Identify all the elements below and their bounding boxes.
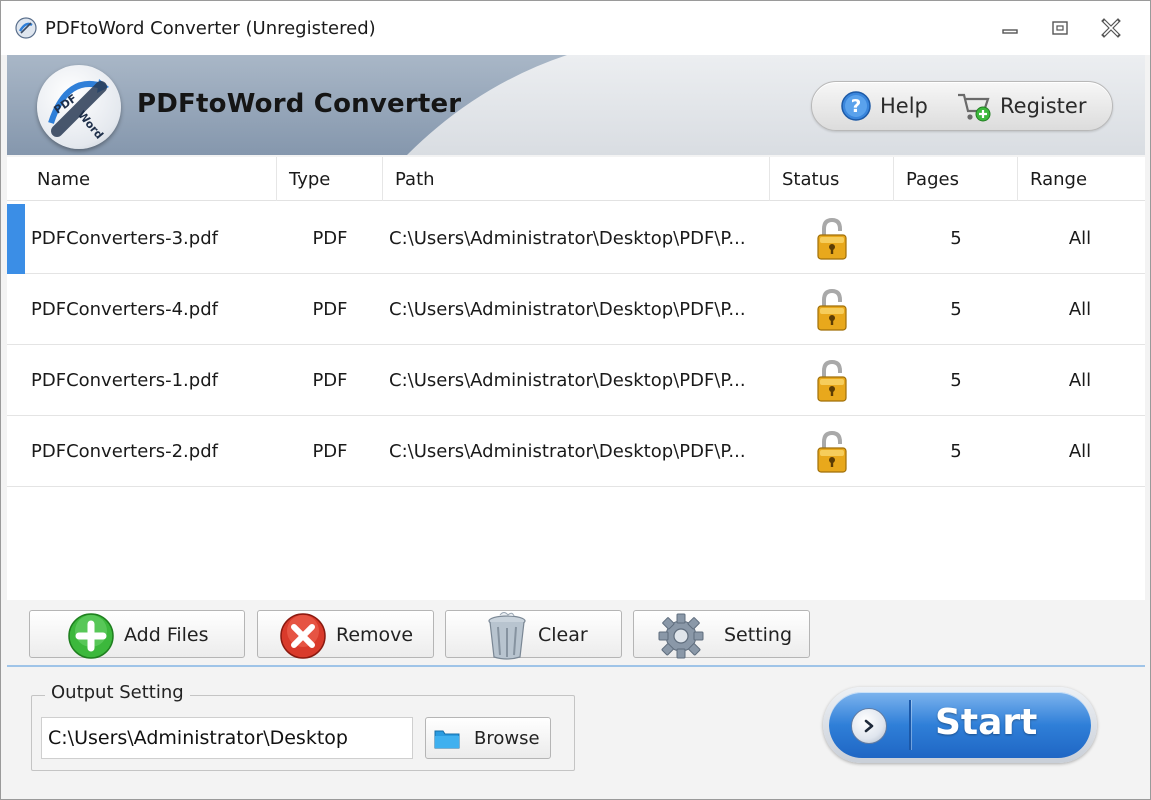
browse-label: Browse xyxy=(474,727,540,749)
table-row[interactable]: PDFConverters-4.pdf PDF C:\Users\Adminis… xyxy=(7,274,1145,345)
help-label: Help xyxy=(880,94,928,118)
browse-button[interactable]: Browse xyxy=(425,717,551,759)
app-window: PDFtoWord Converter (Unregistered) PDF W… xyxy=(0,0,1151,800)
cell-status[interactable] xyxy=(770,345,894,416)
cell-pages: 5 xyxy=(950,441,962,462)
cell-type: PDF xyxy=(312,228,348,249)
maximize-icon xyxy=(1052,21,1068,35)
maximize-button[interactable] xyxy=(1047,15,1073,41)
cell-range[interactable]: All xyxy=(1018,274,1142,345)
add-files-button[interactable]: Add Files xyxy=(29,610,245,659)
table-header: Name Type Path Status Pages Range xyxy=(7,157,1145,201)
help-icon: ? xyxy=(841,91,871,121)
unlocked-icon xyxy=(817,430,847,473)
title-bar[interactable]: PDFtoWord Converter (Unregistered) xyxy=(1,1,1150,55)
help-button[interactable]: ? Help xyxy=(840,82,928,130)
remove-button[interactable]: Remove xyxy=(257,610,434,659)
add-files-label: Add Files xyxy=(124,624,209,646)
cell-pages: 5 xyxy=(950,228,962,249)
output-setting-legend: Output Setting xyxy=(45,682,190,703)
cell-path: C:\Users\Administrator\Desktop\PDF\P... xyxy=(389,299,746,320)
cell-pages: 5 xyxy=(950,370,962,391)
cell-range[interactable]: All xyxy=(1018,345,1142,416)
cell-range[interactable]: All xyxy=(1018,203,1142,274)
close-icon xyxy=(1101,18,1121,38)
column-header-type[interactable]: Type xyxy=(277,157,383,201)
cell-range[interactable]: All xyxy=(1018,416,1142,487)
close-button[interactable] xyxy=(1098,15,1124,41)
app-title: PDFtoWord Converter xyxy=(137,89,462,119)
cart-add-icon xyxy=(958,93,991,122)
table-row[interactable]: PDFConverters-3.pdf PDF C:\Users\Adminis… xyxy=(7,203,1145,274)
clear-button[interactable]: Clear xyxy=(445,610,622,660)
help-register-bar: ? Help Register xyxy=(811,81,1113,131)
start-separator xyxy=(909,700,911,750)
add-icon xyxy=(68,613,114,659)
app-logo: PDF Word xyxy=(37,65,121,149)
cell-status[interactable] xyxy=(770,274,894,345)
trash-icon xyxy=(488,612,526,660)
minimize-button[interactable] xyxy=(997,15,1023,41)
app-logo-icon xyxy=(15,17,37,39)
cell-name: PDFConverters-2.pdf xyxy=(31,441,218,462)
column-header-pages[interactable]: Pages xyxy=(894,157,1018,201)
register-button[interactable]: Register xyxy=(956,82,1086,130)
start-button[interactable]: Start xyxy=(829,692,1091,758)
setting-label: Setting xyxy=(724,624,793,646)
cell-path: C:\Users\Administrator\Desktop\PDF\P... xyxy=(389,441,746,462)
section-divider xyxy=(7,665,1145,667)
output-path-input[interactable] xyxy=(41,717,413,759)
remove-icon xyxy=(280,613,326,659)
folder-icon xyxy=(434,730,460,749)
unlocked-icon xyxy=(817,217,847,260)
column-header-name[interactable]: Name xyxy=(25,157,277,201)
table-row[interactable]: PDFConverters-1.pdf PDF C:\Users\Adminis… xyxy=(7,345,1145,416)
column-header-path[interactable]: Path xyxy=(383,157,770,201)
clear-label: Clear xyxy=(538,624,588,646)
register-label: Register xyxy=(1000,94,1087,118)
action-toolbar: Add Files Remove Clear Setting xyxy=(7,601,1145,665)
cell-name: PDFConverters-3.pdf xyxy=(31,228,218,249)
start-arrow-icon xyxy=(851,708,887,744)
unlocked-icon xyxy=(817,288,847,331)
cell-name: PDFConverters-1.pdf xyxy=(31,370,218,391)
window-title: PDFtoWord Converter (Unregistered) xyxy=(45,18,376,39)
cell-path: C:\Users\Administrator\Desktop\PDF\P... xyxy=(389,370,746,391)
cell-type: PDF xyxy=(312,441,348,462)
file-table: Name Type Path Status Pages Range PDFCon… xyxy=(7,157,1145,600)
header-banner: PDF Word PDFtoWord Converter ? Help Regi… xyxy=(7,55,1145,155)
svg-text:?: ? xyxy=(851,96,861,117)
setting-button[interactable]: Setting xyxy=(633,610,810,659)
column-header-status[interactable]: Status xyxy=(770,157,894,201)
remove-label: Remove xyxy=(336,624,414,646)
cell-status[interactable] xyxy=(770,416,894,487)
cell-type: PDF xyxy=(312,370,348,391)
cell-name: PDFConverters-4.pdf xyxy=(31,299,218,320)
unlocked-icon xyxy=(817,359,847,402)
logo-text-word: Word xyxy=(75,108,106,141)
cell-status[interactable] xyxy=(770,203,894,274)
gear-icon xyxy=(658,613,704,659)
start-label: Start xyxy=(935,702,1038,743)
column-header-range[interactable]: Range xyxy=(1018,157,1142,201)
table-row[interactable]: PDFConverters-2.pdf PDF C:\Users\Adminis… xyxy=(7,416,1145,487)
selection-indicator xyxy=(7,204,25,274)
cell-pages: 5 xyxy=(950,299,962,320)
minimize-icon xyxy=(1002,29,1018,34)
cell-path: C:\Users\Administrator\Desktop\PDF\P... xyxy=(389,228,746,249)
cell-type: PDF xyxy=(312,299,348,320)
